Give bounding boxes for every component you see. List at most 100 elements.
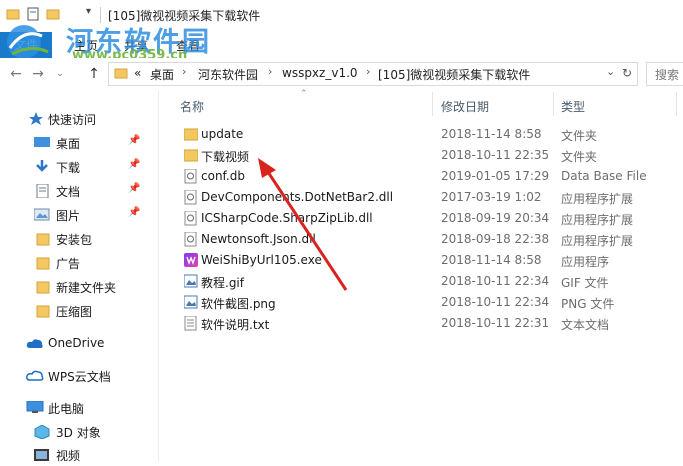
nav-item-label: 此电脑 [48, 402, 85, 416]
nav-item-compressed[interactable]: 压缩图 [0, 300, 150, 322]
nav-item-ads[interactable]: 广告 [0, 252, 150, 274]
file-date: 2018-11-14 8:58 [441, 253, 542, 267]
column-divider[interactable] [553, 92, 554, 116]
breadcrumb-desktop[interactable]: 桌面 [150, 66, 174, 83]
nav-item-label: 下载 [56, 161, 81, 175]
refresh-icon[interactable]: ↻ [622, 66, 632, 80]
nav-item-installers[interactable]: 安装包 [0, 228, 150, 250]
download-icon [34, 160, 50, 173]
file-name: 软件说明.txt [201, 318, 270, 332]
nav-item-label: 快速访问 [48, 113, 97, 127]
nav-item-quick-access[interactable]: 快速访问 [0, 108, 150, 130]
breadcrumb-wsspxz[interactable]: wsspxz_v1.0 [282, 66, 358, 80]
file-row[interactable]: WeiShiByUrl105.exe 2018-11-14 8:58 应用程序 [176, 250, 646, 271]
up-arrow-icon[interactable]: ↑ [86, 66, 102, 82]
nav-item-label: 广告 [56, 257, 81, 271]
pin-icon[interactable]: 📌 [128, 159, 140, 170]
folder-icon [36, 232, 52, 246]
forward-arrow-icon[interactable]: → [30, 66, 46, 82]
column-header-type[interactable]: 类型 [561, 98, 585, 115]
file-type: 应用程序扩展 [561, 213, 634, 227]
file-type: 应用程序 [561, 255, 610, 269]
folder-icon [36, 256, 52, 270]
nav-item-pictures[interactable]: 图片 📌 [0, 204, 150, 226]
address-bar[interactable] [108, 62, 638, 86]
sort-ascending-icon: ⌃ [300, 89, 308, 99]
file-row[interactable]: 软件说明.txt 2018-10-11 22:31 文本文档 [176, 313, 646, 334]
pane-divider[interactable] [158, 90, 159, 462]
cloud-icon [26, 369, 44, 382]
file-row[interactable]: 软件截图.png 2018-10-11 22:34 PNG 文件 [176, 292, 646, 313]
db-file-icon [184, 168, 198, 184]
nav-item-onedrive[interactable]: OneDrive [0, 333, 150, 355]
folder-icon [183, 127, 199, 142]
file-name: conf.db [201, 169, 245, 183]
dll-file-icon [184, 231, 198, 247]
file-date: 2018-11-14 8:58 [441, 127, 542, 141]
breadcrumb-hedong[interactable]: 河东软件园 [198, 66, 258, 83]
file-name: Newtonsoft.Json.dll [201, 232, 316, 246]
file-row[interactable]: DevComponents.DotNetBar2.dll 2017-03-19 … [176, 187, 646, 208]
file-name: ICSharpCode.SharpZipLib.dll [201, 211, 373, 225]
breadcrumb-separator-icon[interactable]: › [366, 65, 370, 78]
breadcrumb-separator-icon[interactable]: › [182, 65, 186, 78]
file-date: 2018-09-18 22:38 [441, 232, 550, 246]
folder-icon [36, 280, 52, 294]
nav-item-wps-cloud[interactable]: WPS云文档 [0, 365, 150, 387]
nav-item-desktop[interactable]: 桌面 📌 [0, 132, 150, 154]
pin-icon[interactable]: 📌 [128, 183, 140, 194]
dll-file-icon [184, 189, 198, 205]
file-row[interactable]: 下载视频 2018-10-11 22:35 文件夹 [176, 145, 646, 166]
image-file-icon [183, 274, 198, 289]
breadcrumb-current-folder[interactable]: [105]微视视频采集下载软件 [378, 66, 530, 83]
nav-pane-scrollbar[interactable] [149, 90, 157, 462]
recent-locations-chevron-icon[interactable]: ⌄ [52, 66, 68, 82]
file-row[interactable]: conf.db 2019-01-05 17:29 Data Base File [176, 166, 647, 187]
new-folder-icon[interactable] [46, 7, 60, 21]
file-name: update [201, 127, 244, 141]
nav-item-new-folder[interactable]: 新建文件夹 [0, 276, 150, 298]
file-row[interactable]: update 2018-11-14 8:58 文件夹 [176, 124, 646, 145]
file-type: PNG 文件 [561, 297, 615, 311]
star-icon [28, 112, 44, 125]
breadcrumb-overflow[interactable]: « [134, 66, 141, 80]
video-icon [34, 448, 50, 461]
file-date: 2018-09-19 20:34 [441, 211, 550, 225]
file-row[interactable]: 教程.gif 2018-10-11 22:34 GIF 文件 [176, 271, 646, 292]
breadcrumb-separator-icon[interactable]: › [268, 65, 272, 78]
file-row[interactable]: ICSharpCode.SharpZipLib.dll 2018-09-19 2… [176, 208, 646, 229]
file-date: 2018-10-11 22:35 [441, 148, 550, 162]
nav-item-this-pc[interactable]: 此电脑 [0, 397, 150, 419]
search-placeholder: 搜索 [655, 68, 680, 82]
file-name: WeiShiByUrl105.exe [201, 253, 322, 267]
nav-item-label: 视频 [56, 449, 81, 463]
back-arrow-icon[interactable]: ← [8, 66, 24, 82]
nav-item-label: 3D 对象 [56, 426, 101, 440]
nav-item-3d-objects[interactable]: 3D 对象 [0, 421, 150, 443]
nav-item-downloads[interactable]: 下载 📌 [0, 156, 150, 178]
text-file-icon [184, 315, 198, 331]
file-type: 应用程序扩展 [561, 192, 634, 206]
properties-icon[interactable] [26, 7, 40, 21]
file-type: 文本文档 [561, 318, 610, 332]
nav-item-label: 新建文件夹 [56, 281, 117, 295]
nav-item-label: 安装包 [56, 233, 93, 247]
nav-item-label: 压缩图 [56, 305, 93, 319]
pin-icon[interactable]: 📌 [128, 135, 140, 146]
desktop-icon [34, 136, 50, 149]
nav-item-videos[interactable]: 视频 [0, 444, 150, 466]
file-name: DevComponents.DotNetBar2.dll [201, 190, 394, 204]
cloud-icon [26, 337, 43, 350]
nav-item-documents[interactable]: 文档 📌 [0, 180, 150, 202]
file-row[interactable]: Newtonsoft.Json.dll 2018-09-18 22:38 应用程… [176, 229, 646, 250]
file-type: GIF 文件 [561, 276, 609, 290]
column-divider[interactable] [676, 92, 677, 116]
address-dropdown-chevron-icon[interactable]: ⌄ [606, 65, 615, 78]
nav-item-label: 桌面 [56, 137, 81, 151]
column-header-modified[interactable]: 修改日期 [441, 98, 489, 115]
pin-icon[interactable]: 📌 [128, 207, 140, 218]
column-header-name[interactable]: 名称 [180, 98, 204, 115]
customize-qa-chevron-icon[interactable]: ▾ [86, 6, 91, 17]
nav-item-label: 文档 [56, 185, 81, 199]
column-divider[interactable] [432, 92, 433, 116]
